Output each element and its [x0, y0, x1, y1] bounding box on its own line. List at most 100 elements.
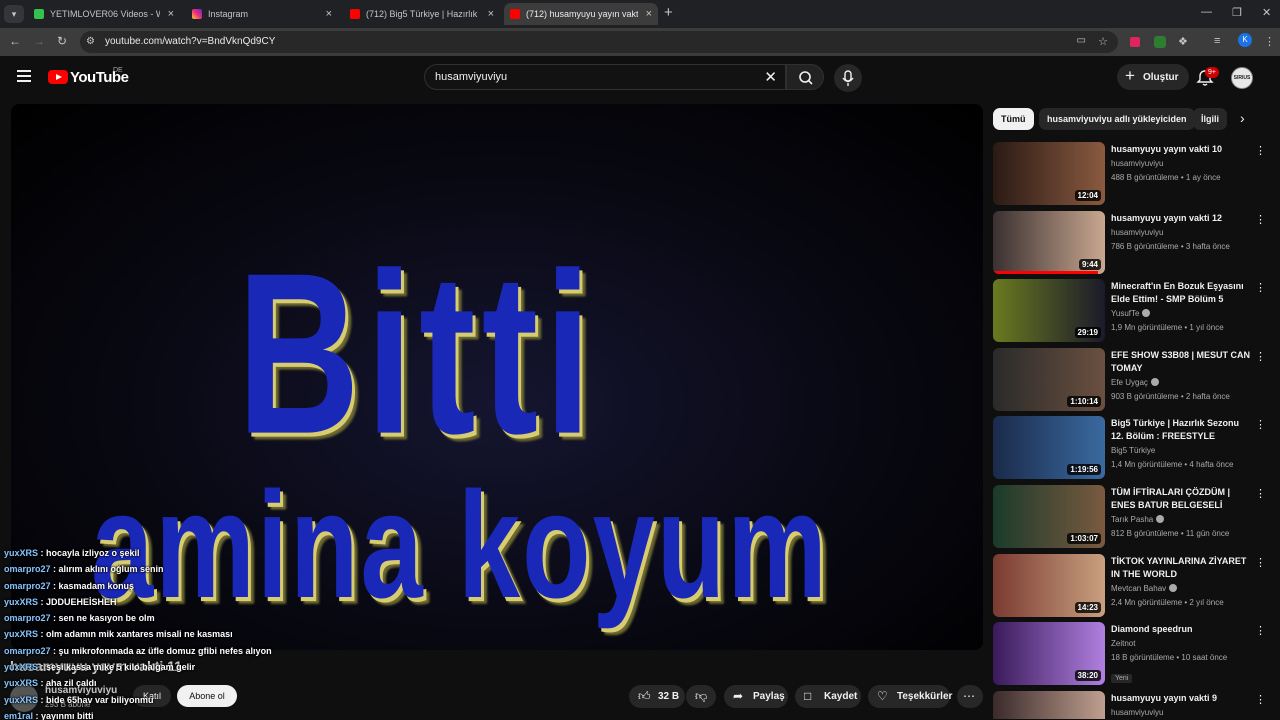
- recommended-video[interactable]: 1:10:14 EFE SHOW S3B08 | MESUT CAN TOMAY E…: [993, 348, 1268, 412]
- video-thumbnail[interactable]: 29:19: [993, 279, 1105, 342]
- back-arrow-icon[interactable]: ←: [9, 34, 21, 48]
- recommended-title[interactable]: TİKTOK YAYINLARINA ZİYARET IN THE WORLD: [1111, 555, 1251, 581]
- more-vertical-icon[interactable]: ⋮: [1255, 556, 1266, 569]
- chat-message: omarpro27 : şu mikrofonmada az üfle domu…: [4, 643, 424, 659]
- recommended-channel[interactable]: husamviyuviyu: [1111, 159, 1163, 168]
- extension-icon[interactable]: [1154, 36, 1166, 48]
- more-vertical-icon[interactable]: ⋮: [1255, 624, 1266, 637]
- chat-separator: :: [38, 662, 47, 673]
- bookmark-star-icon[interactable]: ☆: [1098, 35, 1108, 48]
- chip-related[interactable]: İlgili: [1193, 108, 1227, 130]
- recommended-video[interactable]: 29:19 Minecraft'ın En Bozuk Eşyasını Elde…: [993, 279, 1268, 343]
- recommended-channel[interactable]: Efe Uygaç: [1111, 378, 1159, 387]
- tab-search-button[interactable]: ▾: [4, 5, 24, 23]
- maximize-icon[interactable]: ❐: [1232, 6, 1242, 19]
- forward-arrow-icon[interactable]: →: [33, 34, 45, 48]
- dislike-button[interactable]: 👎︎: [686, 685, 716, 708]
- more-vertical-icon[interactable]: ⋮: [1255, 487, 1266, 500]
- browser-tab[interactable]: Instagram ×: [186, 3, 338, 25]
- video-duration: 29:19: [1074, 327, 1101, 338]
- recommended-channel[interactable]: Mevtcan Bahav: [1111, 584, 1178, 593]
- recommended-title[interactable]: EFE SHOW S3B08 | MESUT CAN TOMAY: [1111, 349, 1251, 375]
- recommended-video[interactable]: 1:19:56 Big5 Türkiye | Hazırlık Sezonu 12…: [993, 416, 1268, 480]
- extensions-puzzle-icon[interactable]: ❖: [1178, 35, 1188, 48]
- recommended-title[interactable]: husamyuyu yayın vakti 10: [1111, 143, 1251, 156]
- like-button[interactable]: 👍︎ 32 B: [629, 685, 685, 708]
- reload-icon[interactable]: ↻: [57, 34, 67, 48]
- more-vertical-icon[interactable]: ⋮: [1255, 350, 1266, 363]
- video-thumbnail[interactable]: 1:10:14: [993, 348, 1105, 411]
- profile-avatar[interactable]: K: [1238, 33, 1252, 47]
- extension-icon[interactable]: [1130, 37, 1140, 47]
- recommended-title[interactable]: TÜM İFTİRALARI ÇÖZDÜM | ENES BATUR BELGE…: [1111, 486, 1251, 512]
- browser-tab[interactable]: YETIMLOVER06 Videos - Watch ×: [28, 3, 180, 25]
- recommended-meta: 18 B görüntüleme • 10 saat önce: [1111, 653, 1228, 662]
- video-thumbnail[interactable]: 12:04: [993, 142, 1105, 205]
- search-button[interactable]: [786, 64, 824, 90]
- create-button[interactable]: + Oluştur: [1117, 64, 1189, 90]
- recommended-title[interactable]: Big5 Türkiye | Hazırlık Sezonu 12. Bölüm…: [1111, 417, 1251, 443]
- share-button[interactable]: ➦ Paylaş: [724, 685, 788, 708]
- minimize-icon[interactable]: —: [1201, 6, 1212, 18]
- recommended-video[interactable]: husamyuyu yayın vakti 9 husamviyuviyu ⋮: [993, 691, 1268, 719]
- window-close-icon[interactable]: ✕: [1262, 6, 1271, 19]
- recommended-video[interactable]: 12:04 husamyuyu yayın vakti 10 husamviyuvi…: [993, 142, 1268, 206]
- video-thumbnail[interactable]: 1:03:07: [993, 485, 1105, 548]
- recommended-video[interactable]: 38:20 Diamond speedrun Zeitnot 18 B görüntü…: [993, 622, 1268, 686]
- chevron-right-icon[interactable]: ›: [1240, 110, 1245, 126]
- recommended-title[interactable]: Minecraft'ın En Bozuk Eşyasını Elde Etti…: [1111, 280, 1251, 306]
- recommended-meta: 2,4 Mn görüntüleme • 2 yıl önce: [1111, 598, 1224, 607]
- recommended-title[interactable]: Diamond speedrun: [1111, 623, 1251, 636]
- more-vertical-icon[interactable]: ⋮: [1255, 213, 1266, 226]
- more-vertical-icon[interactable]: ⋮: [1255, 144, 1266, 157]
- address-bar[interactable]: ⚙ youtube.com/watch?v=BndVknQd9CY ▭ ☆: [80, 31, 1118, 53]
- new-tab-button[interactable]: +: [664, 4, 673, 21]
- more-vertical-icon[interactable]: ⋮: [1255, 418, 1266, 431]
- account-avatar[interactable]: SIRIUS: [1231, 67, 1253, 89]
- youtube-logo-icon[interactable]: [48, 70, 68, 84]
- menu-icon[interactable]: [17, 70, 31, 85]
- recommended-video[interactable]: 1:03:07 TÜM İFTİRALARI ÇÖZDÜM | ENES BATU…: [993, 485, 1268, 549]
- more-vertical-icon[interactable]: ⋮: [1255, 693, 1266, 706]
- recommended-video[interactable]: 14:23 TİKTOK YAYINLARINA ZİYARET IN THE W…: [993, 554, 1268, 618]
- save-button[interactable]: □ Kaydet: [795, 685, 861, 708]
- video-thumbnail[interactable]: 14:23: [993, 554, 1105, 617]
- chat-username: omarpro27: [4, 580, 51, 591]
- channel-label: husamviyuviyu: [1111, 708, 1164, 717]
- recommended-channel[interactable]: husamviyuviyu: [1111, 228, 1163, 237]
- chat-separator: :: [38, 629, 47, 640]
- voice-search-button[interactable]: [834, 64, 862, 92]
- chat-username: yuxXRS: [4, 694, 39, 705]
- video-thumbnail[interactable]: 9:44: [993, 211, 1105, 274]
- chip-all[interactable]: Tümü: [993, 108, 1034, 130]
- video-thumbnail[interactable]: 38:20: [993, 622, 1105, 685]
- thanks-button[interactable]: ♡ Teşekkürler: [868, 685, 952, 708]
- recommended-channel[interactable]: YusufTe: [1111, 309, 1151, 318]
- browser-tab-active[interactable]: (712) husamyuyu yayın vakti 11 ×: [504, 3, 658, 25]
- reading-list-icon[interactable]: ≡: [1214, 35, 1220, 47]
- more-vertical-icon[interactable]: ⋮: [1255, 281, 1266, 294]
- search-input[interactable]: husamviyuviyu ✕: [424, 64, 786, 90]
- recommended-channel[interactable]: Big5 Türkiye: [1111, 446, 1155, 455]
- cast-icon[interactable]: ▭: [1077, 35, 1086, 46]
- browser-tab[interactable]: (712) Big5 Türkiye | Hazırlık Se ×: [344, 3, 500, 25]
- recommended-title[interactable]: husamyuyu yayın vakti 12: [1111, 212, 1251, 225]
- recommended-channel[interactable]: Zeitnot: [1111, 639, 1135, 648]
- chip-from-uploader[interactable]: husamviyuviyu adlı yükleyiciden: [1039, 108, 1195, 130]
- close-tab-icon[interactable]: ×: [646, 3, 652, 25]
- close-tab-icon[interactable]: ×: [326, 3, 332, 25]
- video-thumbnail[interactable]: 1:19:56: [993, 416, 1105, 479]
- close-tab-icon[interactable]: ×: [488, 3, 494, 25]
- clear-search-icon[interactable]: ✕: [764, 68, 777, 86]
- video-thumbnail[interactable]: [993, 691, 1105, 719]
- site-info-icon[interactable]: ⚙: [86, 36, 95, 47]
- chat-overlay: yuxXRS : hocayla izliyoz o şekil omarpro2…: [4, 545, 424, 720]
- recommended-channel[interactable]: Tarık Pasha: [1111, 515, 1165, 524]
- thumbs-up-icon: 👍︎: [638, 689, 651, 703]
- recommended-channel[interactable]: husamviyuviyu: [1111, 708, 1163, 717]
- recommended-video[interactable]: 9:44 husamyuyu yayın vakti 12 husamviyuviy…: [993, 211, 1268, 275]
- recommended-title[interactable]: husamyuyu yayın vakti 9: [1111, 692, 1251, 705]
- more-actions-button[interactable]: ⋯: [957, 685, 983, 708]
- browser-menu-icon[interactable]: ⋮: [1264, 35, 1275, 48]
- close-tab-icon[interactable]: ×: [168, 3, 174, 25]
